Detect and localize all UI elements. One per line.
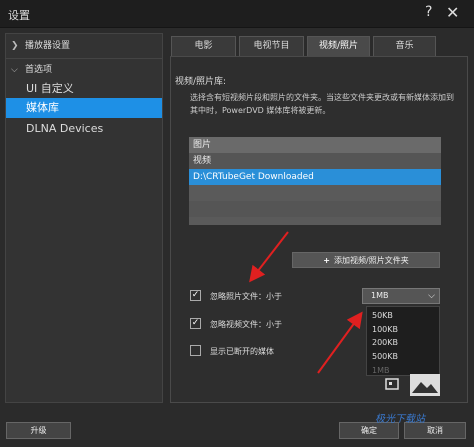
upgrade-button[interactable]: 升级 (6, 422, 71, 439)
annotation-arrows (249, 231, 363, 374)
arrow-to-dropdown (317, 311, 363, 374)
watermark-logo: 极光下载站 (375, 414, 425, 425)
arrow-to-ignore-photo (249, 231, 289, 283)
